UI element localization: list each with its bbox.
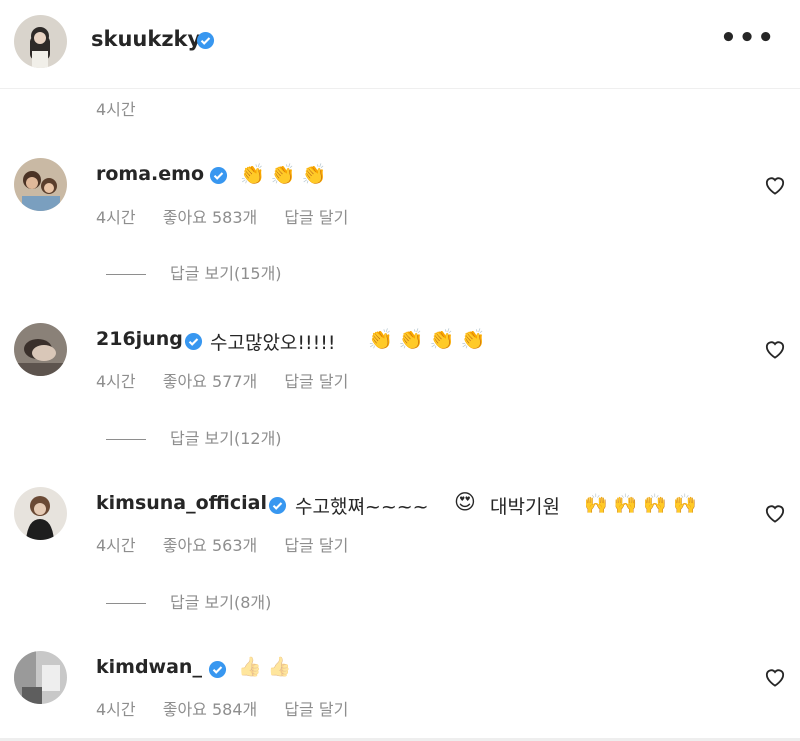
comment-meta: 4시간 좋아요 583개 답글 달기 [96, 204, 370, 228]
post-time: 4시간 [96, 100, 136, 119]
more-options-icon[interactable]: ••• [720, 25, 776, 51]
comment-time: 4시간 [96, 700, 136, 719]
view-replies-label: 답글 보기(15개) [170, 264, 282, 283]
comment-meta: 4시간 좋아요 577개 답글 달기 [96, 368, 370, 392]
commenter-username[interactable]: roma.emo [96, 163, 204, 185]
clapping-hands-icon: 👏 [301, 162, 327, 186]
view-replies-button[interactable]: 답글 보기(8개) [106, 589, 271, 613]
comment-text-2: 대박기원 [490, 496, 560, 518]
thumbs-up-icon: 👍 [267, 656, 292, 678]
commenter-avatar[interactable] [14, 158, 67, 211]
comment-item: kimdwan_ 👍 👍 4시간 좋아요 584개 답글 달기 [0, 642, 800, 738]
view-replies-button[interactable]: 답글 보기(12개) [106, 425, 282, 449]
heart-outline-icon[interactable] [764, 503, 786, 523]
clapping-hands-icon: 👏 [240, 162, 265, 186]
heart-outline-icon[interactable] [764, 339, 786, 359]
commenter-avatar[interactable] [14, 487, 67, 540]
raising-hands-icon: 🙌 [613, 493, 638, 515]
comment-likes[interactable]: 좋아요 584개 [163, 700, 258, 719]
reply-button[interactable]: 답글 달기 [284, 208, 348, 227]
author-username[interactable]: skuukzky [91, 27, 201, 51]
reply-button[interactable]: 답글 달기 [284, 372, 348, 391]
comment-time: 4시간 [96, 536, 136, 555]
clapping-hands-icon: 👏 [429, 327, 455, 351]
heart-eyes-icon: 😍 [454, 490, 476, 514]
clapping-hands-icon: 👏 [368, 327, 393, 351]
comment-item: kimsuna_official 수고했쪄~~~~ 😍 대박기원 🙌 🙌 🙌 🙌… [0, 478, 800, 612]
divider-line [106, 274, 146, 275]
reply-button[interactable]: 답글 달기 [284, 700, 348, 719]
comment-time: 4시간 [96, 208, 136, 227]
heart-outline-icon[interactable] [764, 175, 786, 195]
comment-emoji: 👍 👍 [238, 655, 291, 678]
verified-badge-icon [196, 31, 215, 54]
raising-hands-icon: 🙌 [643, 493, 668, 515]
post-header: skuukzky ••• [0, 0, 800, 89]
thumbs-up-icon: 👍 [238, 656, 262, 678]
reply-button[interactable]: 답글 달기 [284, 536, 348, 555]
divider-line [106, 439, 146, 440]
commenter-avatar[interactable] [14, 651, 67, 704]
commenter-username[interactable]: 216jung [96, 328, 183, 350]
comment-text: 수고많았오!!!!! [210, 332, 336, 354]
clapping-hands-icon: 👏 [460, 327, 486, 351]
view-replies-label: 답글 보기(12개) [170, 429, 282, 448]
comment-likes[interactable]: 좋아요 583개 [163, 208, 258, 227]
comment-likes[interactable]: 좋아요 563개 [163, 536, 258, 555]
comment-emoji: 🙌 🙌 🙌 🙌 [584, 492, 697, 515]
divider-line [106, 603, 146, 604]
comment-item: roma.emo 👏 👏 👏 4시간 좋아요 583개 답글 달기 답글 보기(… [0, 150, 800, 283]
comment-emoji: 👏 👏 👏 [240, 162, 327, 186]
heart-outline-icon[interactable] [764, 667, 786, 687]
verified-badge-icon [208, 660, 227, 683]
commenter-avatar[interactable] [14, 323, 67, 376]
raising-hands-icon: 🙌 [673, 493, 697, 515]
comment-likes[interactable]: 좋아요 577개 [163, 372, 258, 391]
comment-emoji: 👏 👏 👏 👏 [368, 327, 486, 351]
comment-meta: 4시간 좋아요 584개 답글 달기 [96, 696, 370, 720]
view-replies-button[interactable]: 답글 보기(15개) [106, 260, 282, 284]
commenter-username[interactable]: kimdwan_ [96, 656, 202, 678]
clapping-hands-icon: 👏 [398, 327, 424, 351]
comment-item: 216jung 수고많았오!!!!! 👏 👏 👏 👏 4시간 좋아요 577개 … [0, 314, 800, 448]
author-avatar[interactable] [14, 15, 67, 68]
clapping-hands-icon: 👏 [270, 162, 296, 186]
comment-text: 수고했쪄~~~~ [295, 496, 429, 518]
comment-meta: 4시간 좋아요 563개 답글 달기 [96, 532, 370, 556]
commenter-username[interactable]: kimsuna_official [96, 492, 267, 514]
raising-hands-icon: 🙌 [584, 493, 608, 515]
verified-badge-icon [268, 496, 287, 519]
verified-badge-icon [209, 166, 228, 189]
comment-time: 4시간 [96, 372, 136, 391]
verified-badge-icon [184, 332, 203, 355]
view-replies-label: 답글 보기(8개) [170, 593, 272, 612]
